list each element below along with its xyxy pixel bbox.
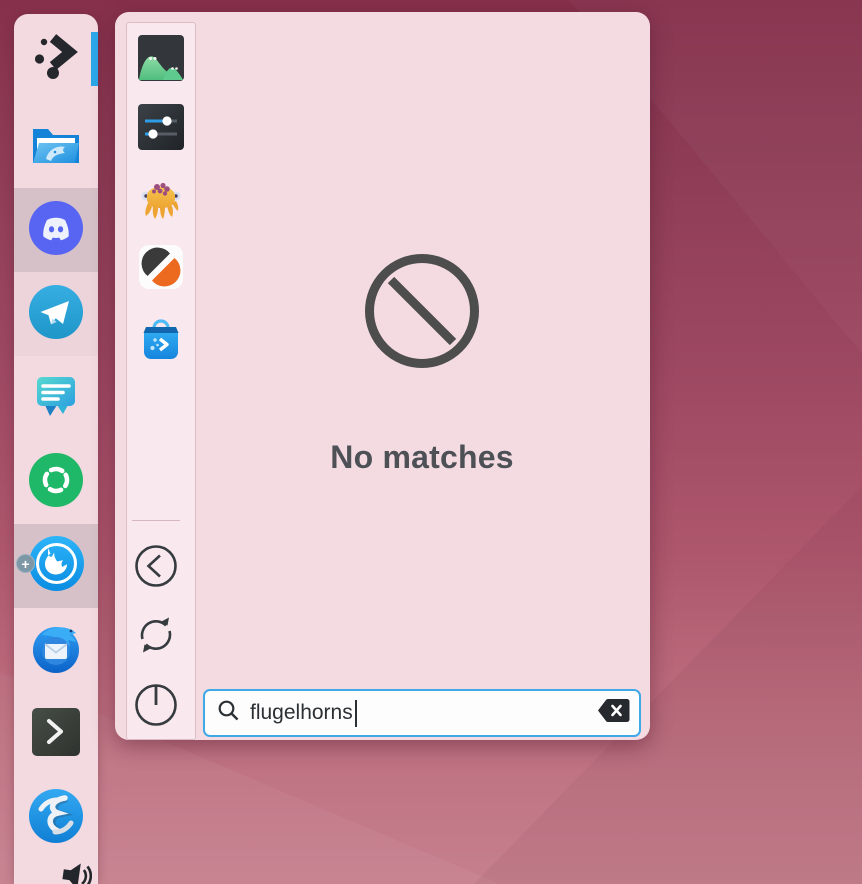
refresh-circle-icon bbox=[134, 644, 178, 661]
discover-store-app-icon bbox=[137, 348, 185, 365]
discord-icon bbox=[29, 201, 83, 260]
favorite-app-mountains[interactable] bbox=[137, 34, 185, 82]
dock-item-blue-browser[interactable] bbox=[14, 776, 98, 860]
favorite-app-settings[interactable] bbox=[137, 103, 185, 151]
wolf-browser-icon bbox=[29, 536, 84, 596]
dock-item-librewolf[interactable]: + bbox=[14, 524, 98, 608]
application-launcher-panel: No matches flugelhorns bbox=[115, 12, 650, 740]
chat-bubble-icon bbox=[30, 370, 82, 427]
dock: + bbox=[14, 14, 98, 884]
favorite-app-cuttlefish[interactable] bbox=[137, 173, 185, 221]
green-swirl-icon bbox=[29, 453, 83, 512]
speaker-icon bbox=[14, 860, 92, 884]
cuttlefish-app-icon bbox=[137, 208, 185, 225]
text-caret bbox=[355, 700, 357, 727]
clear-backspace-icon[interactable] bbox=[597, 698, 630, 728]
dock-item-terminal[interactable] bbox=[14, 692, 98, 776]
dock-item-thunderbird[interactable] bbox=[14, 608, 98, 692]
favorite-app-discover[interactable] bbox=[137, 313, 185, 361]
blue-swoosh-browser-icon bbox=[29, 789, 83, 848]
search-query-text: flugelhorns bbox=[250, 701, 353, 725]
dock-item-session[interactable] bbox=[14, 440, 98, 524]
dock-item-messages[interactable] bbox=[14, 356, 98, 440]
dock-item-discord[interactable] bbox=[14, 188, 98, 272]
kde-launcher-icon bbox=[32, 33, 80, 86]
back-circle-icon bbox=[134, 575, 178, 592]
sliders-settings-app-icon bbox=[137, 138, 185, 155]
favorites-column bbox=[126, 22, 196, 740]
power-circle-icon bbox=[134, 714, 178, 731]
search-icon bbox=[217, 699, 240, 727]
no-matches-message: No matches bbox=[302, 439, 542, 476]
dock-item-app-launcher[interactable] bbox=[14, 14, 98, 104]
active-task-indicator bbox=[91, 32, 98, 86]
dock-item-file-manager[interactable] bbox=[14, 104, 98, 188]
restart-button[interactable] bbox=[134, 613, 178, 657]
orange-black-circle-app-icon bbox=[137, 278, 185, 295]
shutdown-button[interactable] bbox=[134, 683, 178, 727]
terminal-prompt-icon bbox=[31, 707, 81, 762]
mountains-with-eyes-app-icon bbox=[137, 69, 185, 86]
favorite-app-orange-circle[interactable] bbox=[137, 243, 185, 291]
prohibition-icon bbox=[363, 252, 481, 375]
dock-item-telegram[interactable] bbox=[14, 272, 98, 356]
dock-item-volume[interactable] bbox=[14, 860, 98, 884]
thunderbird-icon bbox=[28, 621, 84, 680]
back-button[interactable] bbox=[134, 544, 178, 588]
telegram-icon bbox=[29, 285, 83, 344]
search-input[interactable]: flugelhorns bbox=[203, 689, 641, 737]
favorites-separator bbox=[132, 520, 180, 521]
dolphin-folder-icon bbox=[28, 119, 84, 174]
new-window-badge: + bbox=[16, 554, 35, 573]
